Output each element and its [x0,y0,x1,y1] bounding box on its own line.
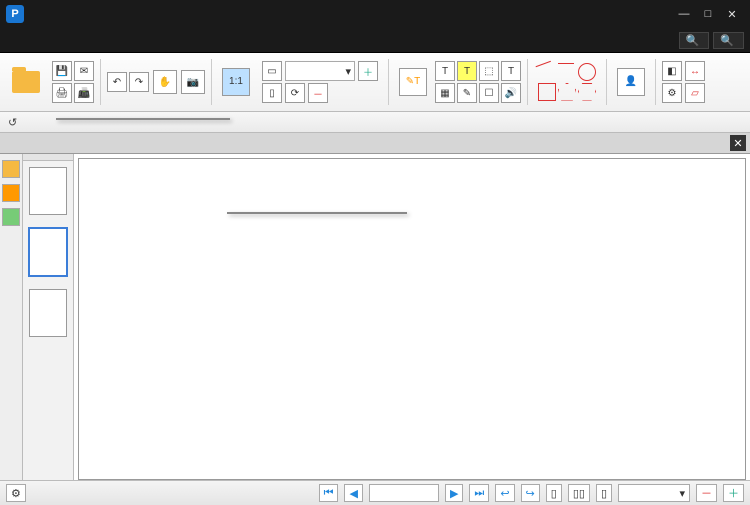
tool5-icon[interactable]: ▦ [435,83,455,103]
titlebar-links: ― □ ✕ [614,8,744,21]
zoom-out-status[interactable]: － [696,484,717,502]
minimize-button[interactable]: ― [672,8,696,21]
nav-toolbar: ↺ [0,112,750,133]
document-tab[interactable]: ✕ [0,133,750,154]
insert-page-submenu [227,212,407,214]
eraser-icon[interactable]: ◧ [662,61,682,81]
sidetab-3[interactable] [2,208,20,226]
back-nav-button[interactable]: ↩ [495,484,514,502]
sidetab-2[interactable] [2,184,20,202]
menu-view[interactable] [34,38,46,42]
highlight-icon[interactable]: T [457,61,477,81]
menu-annotate[interactable] [62,38,74,42]
thumbnail-header [23,154,73,161]
next-page-button[interactable]: ▶ [445,484,463,502]
layout-3[interactable]: ▯ [596,484,612,502]
app-logo: P [6,5,24,23]
thumbnail-3[interactable] [29,289,67,337]
mail-icon[interactable]: ✉ [74,61,94,81]
main-menu [6,38,116,42]
page-indicator[interactable] [369,484,439,502]
snapshot-icon[interactable]: 📷 [181,70,205,94]
menu-form[interactable] [76,38,88,42]
side-icon-strip [0,154,23,480]
area-icon[interactable]: ▱ [685,83,705,103]
fit2-icon[interactable]: ▯ [262,83,282,103]
menu-edit[interactable] [20,38,32,42]
sb-settings[interactable]: ⚙ [6,484,26,502]
scan-icon[interactable]: 📠 [74,83,94,103]
menu-window[interactable] [104,38,116,42]
print-icon[interactable]: 🖨 [52,83,72,103]
open-button[interactable] [8,62,44,102]
context-menu [56,118,230,120]
stamp-icon[interactable]: 👤 [617,68,645,96]
undo-icon[interactable]: ↶ [107,72,127,92]
fit-icon[interactable]: ▭ [262,61,282,81]
ribbon: 💾 ✉ 🖨 📠 ↶ ↷ ✋ 📷 1:1 ▭ ▾ ＋ ▯ ⟳ － ✎T T [0,53,750,112]
rotate-icon[interactable]: ⟳ [285,83,305,103]
thumbnail-1[interactable] [29,167,67,215]
tab-close-icon[interactable]: ✕ [730,135,746,151]
fwd-nav-button[interactable]: ↪ [521,484,540,502]
redo-icon[interactable]: ↷ [129,72,149,92]
edit-content-icon[interactable]: ✎T [399,68,427,96]
first-page-button[interactable]: ⏮ [319,484,339,502]
close-button[interactable]: ✕ [720,8,744,21]
tool8-icon[interactable]: 🔊 [501,83,521,103]
status-bar: ⚙ ⏮ ◀ ▶ ⏭ ↩ ↪ ▯ ▯▯ ▯ ▾ － ＋ [0,480,750,505]
addtext-icon[interactable]: T [435,61,455,81]
hexagon-shape[interactable] [578,83,596,101]
find-button[interactable]: 🔍 [679,32,710,49]
shapes-grid [538,63,596,101]
menu-tools[interactable] [90,38,102,42]
menu-file[interactable] [6,38,18,42]
zoom-status[interactable]: ▾ [618,484,690,502]
sidetab-1[interactable] [2,160,20,178]
tool6-icon[interactable]: ✎ [457,83,477,103]
hand-tool-icon[interactable]: ✋ [153,70,177,94]
zoom-combo[interactable]: ▾ [285,61,355,81]
gear-icon[interactable]: ⚙ [662,83,682,103]
circle-shape[interactable] [578,63,596,81]
pentagon-shape[interactable] [558,83,576,101]
actual-size-icon[interactable]: 1:1 [222,68,250,96]
rect-shape[interactable] [538,83,556,101]
menu-document[interactable] [48,38,60,42]
tool7-icon[interactable]: ☐ [479,83,499,103]
save-icon[interactable]: 💾 [52,61,72,81]
layout-1[interactable]: ▯ [546,484,562,502]
line-shape[interactable] [536,60,557,81]
prev-page-button[interactable]: ◀ [344,484,362,502]
layout-2[interactable]: ▯▯ [568,484,590,502]
thumbnail-2[interactable] [28,227,68,277]
tool3-icon[interactable]: ⬚ [479,61,499,81]
document-view[interactable] [78,158,746,480]
distance-icon[interactable]: ↔ [685,61,705,81]
thumbnail-panel [23,154,74,480]
rotate-left-btn[interactable]: ↺ [8,116,17,129]
maximize-button[interactable]: □ [696,8,720,21]
arrow-shape[interactable] [558,63,574,80]
zoom-in-status[interactable]: ＋ [723,484,744,502]
zoom-in-icon[interactable]: ＋ [358,61,378,81]
last-page-button[interactable]: ⏭ [469,484,489,502]
zoom-out-icon[interactable]: － [308,83,328,103]
advanced-find-button[interactable]: 🔍 [713,32,744,49]
tool4-icon[interactable]: T [501,61,521,81]
